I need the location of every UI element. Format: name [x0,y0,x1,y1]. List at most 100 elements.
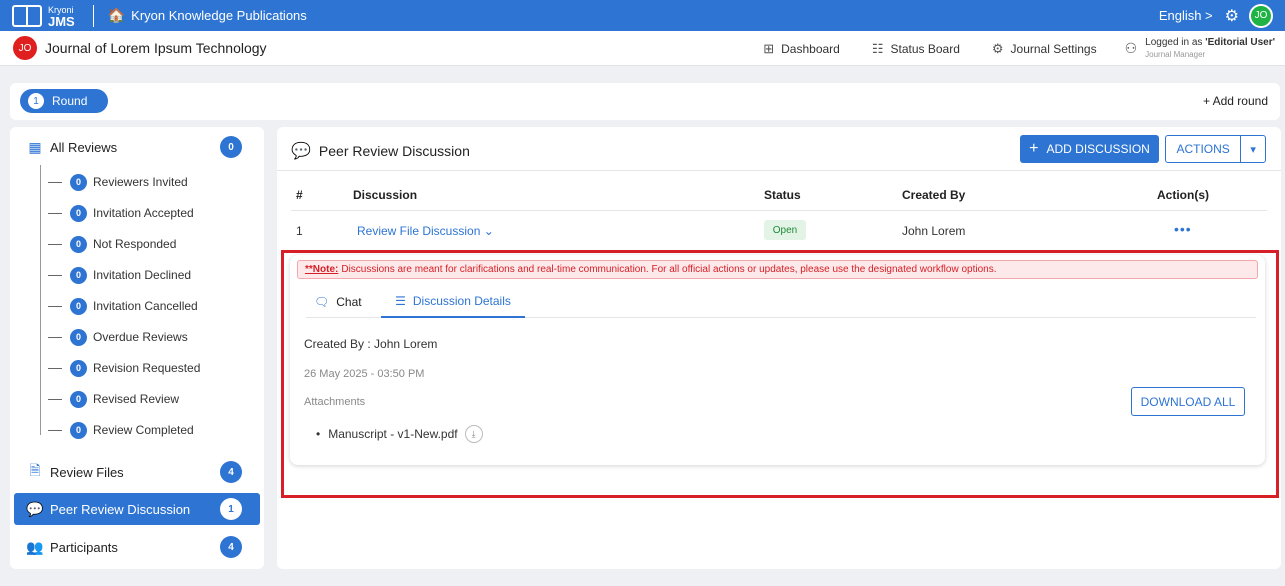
sidebar-item-label: Review Files [50,464,124,480]
sidebar-item-label: Overdue Reviews [93,330,188,344]
sidebar-item-label: Invitation Cancelled [93,299,198,313]
column-header: Discussion [353,188,418,202]
count-badge: 0 [220,136,242,158]
sidebar-item-invitation-accepted[interactable]: 0 Invitation Accepted [48,203,194,223]
sidebar-item-label: Revised Review [93,392,180,406]
column-header: Status [764,188,801,202]
attachments-label: Attachments [304,396,366,408]
actions-dropdown[interactable]: ACTIONS ▾ [1165,135,1266,163]
column-header: Created By [902,188,966,202]
count-badge: 0 [70,328,87,346]
sidebar-item-revised-review[interactable]: 0 Revised Review [48,389,179,409]
note-label: **Note: [305,264,339,275]
detail-tabs: 🗨 Chat ☰ Discussion Details [306,286,1256,318]
count-badge: 1 [220,498,242,520]
reviews-icon: ▦ [28,138,42,155]
logged-in-info[interactable]: ⚇ Logged in as 'Editorial User' Journal … [1125,37,1275,61]
column-header: Action(s) [1157,188,1209,202]
sidebar-item-label: Invitation Accepted [93,206,194,220]
sidebar-item-label: Reviewers Invited [93,175,188,189]
sidebar-item-invitation-cancelled[interactable]: 0 Invitation Cancelled [48,296,198,316]
home-icon[interactable]: 🏠 [108,7,125,24]
sidebar-item-label: Invitation Declined [93,268,192,282]
sidebar-item-overdue-reviews[interactable]: 0 Overdue Reviews [48,327,188,347]
note-text: Discussions are meant for clarifications… [341,264,997,275]
logo-line2: JMS [48,13,75,29]
participants-icon: 👥 [26,538,44,555]
sidebar-item-revision-requested[interactable]: 0 Revision Requested [48,358,200,378]
add-round-button[interactable]: + Add round [1203,94,1268,108]
tab-chat[interactable]: 🗨 Chat [314,286,362,318]
discussion-icon: 💬 [291,143,311,160]
sidebar-item-label: Peer Review Discussion [50,501,191,517]
divider [291,210,1267,211]
count-badge: 0 [70,204,87,222]
nav-journal-settings[interactable]: ⚙ Journal Settings [992,41,1097,57]
panel-header: 💬 Peer Review Discussion + ADD DISCUSSIO… [277,127,1281,171]
discussion-icon: 💬 [26,500,44,517]
count-badge: 0 [70,390,87,408]
nav-status-board-label: Status Board [890,41,960,56]
app-logo[interactable]: Kryoni JMS [12,4,75,29]
nav-status-board[interactable]: ☷ Status Board [872,41,960,57]
user-avatar[interactable]: JO [1249,3,1273,28]
chat-icon: 🗨 [314,295,330,309]
column-header: # [296,188,303,202]
logged-user: 'Editorial User' [1205,36,1275,48]
sidebar-item-peer-review-discussion[interactable]: 💬 Peer Review Discussion 1 [14,493,260,525]
sidebar-item-participants[interactable]: 👥 Participants 4 [10,531,264,563]
journal-title: Journal of Lorem Ipsum Technology [45,40,267,56]
round-number: 1 [28,93,44,109]
tab-discussion-details[interactable]: ☰ Discussion Details [381,286,525,318]
chevron-down-icon[interactable]: ▾ [1241,143,1265,156]
round-tab[interactable]: 1 Round [20,89,108,113]
created-by-text: Created By : John Lorem [304,337,438,351]
round-label: Round [52,94,88,108]
tree-line [40,165,41,435]
count-badge: 4 [220,536,242,558]
plus-icon: + [1029,140,1039,157]
sidebar-item-review-completed[interactable]: 0 Review Completed [48,420,194,440]
sidebar-item-invitation-declined[interactable]: 0 Invitation Declined [48,265,191,285]
sidebar-item-label: Review Completed [93,423,194,437]
board-icon: ☷ [871,40,884,56]
note-banner: **Note: Discussions are meant for clarif… [297,260,1258,279]
app-title[interactable]: Kryon Knowledge Publications [131,8,307,23]
sidebar-item-all-reviews[interactable]: ▦ All Reviews 0 [10,131,264,163]
nav-dashboard[interactable]: ⊞ Dashboard [763,41,840,57]
book-logo-icon [12,4,42,27]
sidebar-item-label: All Reviews [50,139,118,155]
gear-icon[interactable]: ⚙ [1225,6,1239,26]
sidebar-item-not-responded[interactable]: 0 Not Responded [48,234,176,254]
sidebar-item-review-files[interactable]: 🗎 Review Files 4 [10,456,264,488]
attachment-name[interactable]: Manuscript - v1-New.pdf [328,427,457,441]
sidebar-item-label: Participants [50,539,118,555]
attachment-item: • Manuscript - v1-New.pdf ⤓ [316,425,483,443]
count-badge: 0 [70,266,87,284]
created-by-cell: John Lorem [902,224,966,238]
more-actions-icon[interactable]: ••• [1174,221,1192,237]
download-icon[interactable]: ⤓ [464,425,483,443]
discussion-detail-card: **Note: Discussions are meant for clarif… [290,255,1265,465]
sidebar: ▦ All Reviews 0 0 Reviewers Invited 0 Invi… [10,127,264,569]
file-icon: 🗎 [29,462,41,478]
status-badge: Open [764,220,806,240]
count-badge: 0 [70,359,87,377]
created-date: 26 May 2025 - 03:50 PM [304,368,425,380]
language-selector[interactable]: English > [1159,8,1213,23]
download-all-button[interactable]: DOWNLOAD ALL [1131,387,1245,416]
count-badge: 0 [70,297,87,315]
divider [92,4,94,27]
discussion-link[interactable]: Review File Discussion ⌄ [357,224,494,238]
count-badge: 4 [220,461,242,483]
panel-title: Peer Review Discussion [318,143,470,159]
journal-header: JO Journal of Lorem Ipsum Technology ⊞ D… [0,31,1285,66]
add-discussion-button[interactable]: + ADD DISCUSSION [1020,135,1159,163]
logged-prefix: Logged in as [1145,36,1206,48]
count-badge: 0 [70,421,87,439]
actions-button[interactable]: ACTIONS [1166,136,1242,162]
sidebar-item-label: Not Responded [93,237,177,251]
journal-avatar: JO [13,36,37,60]
sidebar-item-reviewers-invited[interactable]: 0 Reviewers Invited [48,172,188,192]
grid-icon: ⊞ [763,40,775,56]
